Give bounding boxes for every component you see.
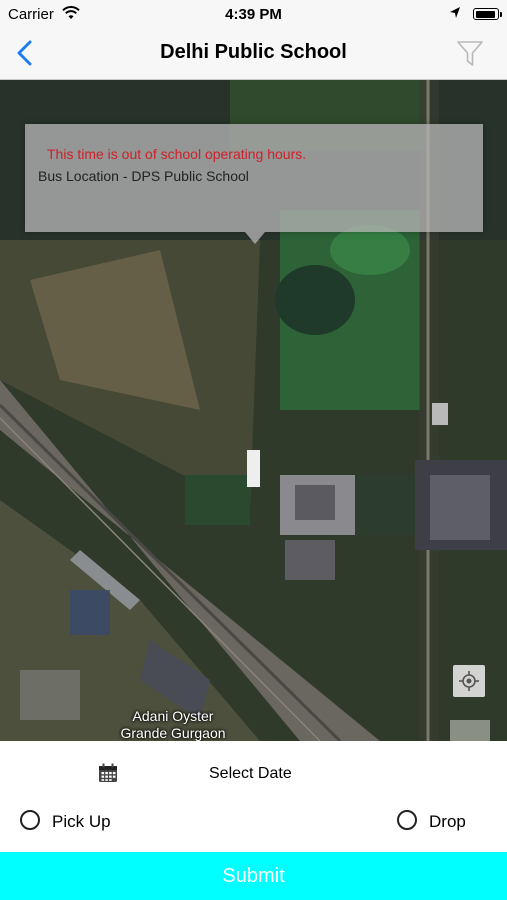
callout-location-text: Bus Location - DPS Public School [38, 168, 249, 184]
page-title: Delhi Public School [160, 41, 347, 63]
calendar-icon [99, 763, 117, 782]
drop-label: Drop [429, 812, 466, 831]
callout-warning-text: This time is out of school operating hou… [47, 146, 307, 162]
pickup-label: Pick Up [52, 812, 111, 831]
map-view[interactable]: This time is out of school operating hou… [0, 80, 507, 741]
my-location-button[interactable] [453, 665, 485, 697]
filter-icon [457, 41, 483, 66]
battery-icon [473, 8, 502, 20]
filter-button[interactable] [455, 38, 485, 68]
pickup-radio[interactable]: Pick Up [20, 808, 140, 834]
map-callout: This time is out of school operating hou… [25, 124, 483, 244]
location-arrow-icon [449, 6, 461, 24]
navigation-bar: Delhi Public School [0, 28, 507, 80]
map-place-label: Adani Oyster Grande Gurgaon [108, 708, 238, 741]
pickup-radio-circle [20, 810, 40, 830]
submit-button[interactable]: Submit [0, 852, 507, 900]
drop-radio-circle [397, 810, 417, 830]
battery-fill [475, 10, 495, 18]
map-place-label-line1: Adani Oyster [132, 708, 214, 724]
status-time: 4:39 PM [225, 6, 282, 23]
bottom-panel: Select Date Pick Up Drop [0, 741, 507, 852]
map-place-label-line2: Grande Gurgaon [120, 725, 226, 741]
select-date-button[interactable]: Select Date [0, 755, 507, 789]
status-bar: Carrier 4:39 PM [0, 0, 507, 28]
drop-radio[interactable]: Drop [397, 808, 477, 834]
crosshair-icon [459, 671, 479, 691]
select-date-label: Select Date [209, 765, 292, 782]
